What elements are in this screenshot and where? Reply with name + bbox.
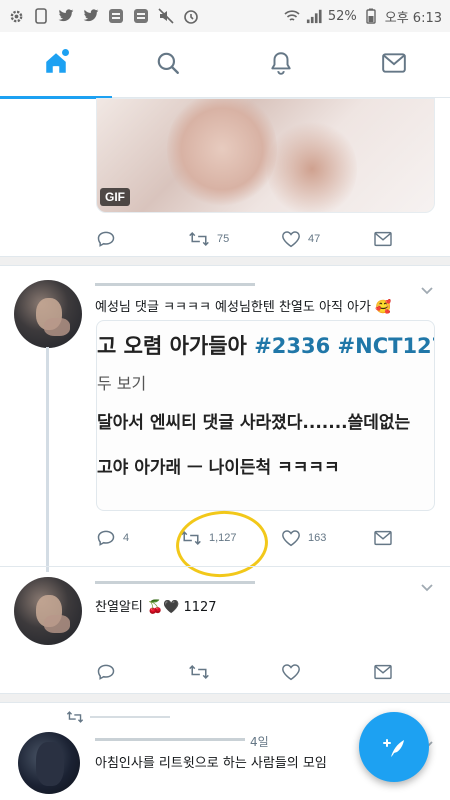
battery-icon [363, 8, 379, 24]
quoted-tweet[interactable]: 고 오렴 아가들아 #2336 #NCT127 두 보기 달아서 엔씨티 댓글 … [96, 320, 435, 511]
author-name-obscured[interactable] [95, 280, 255, 290]
status-bar: 52% 오후 6:13 [0, 0, 450, 32]
like-count: 163 [308, 532, 327, 544]
alarm-icon [183, 8, 199, 24]
tweet-actions [96, 660, 396, 684]
reply-icon [97, 231, 115, 247]
tab-notifications[interactable] [225, 32, 337, 98]
retweet-button[interactable] [188, 663, 210, 681]
quote-line: 고 오렴 아가들아 #2336 #NCT127 [97, 330, 434, 360]
tweet-actions: 75 47 [96, 227, 396, 251]
signal-icon [306, 8, 322, 24]
quote-line: 두 보기 [97, 374, 147, 393]
retweeted-by-row [66, 710, 170, 724]
app-icon [108, 8, 124, 24]
tweet-text: 찬열알티 🍒🖤 1127 [95, 600, 217, 615]
tab-search[interactable] [112, 32, 224, 98]
tweet-text: 예성님 댓글 ㅋㅋㅋㅋ 예성님한텐 찬열도 아직 아가 🥰 [95, 300, 392, 315]
mail-icon [381, 52, 407, 78]
share-button[interactable] [373, 231, 393, 247]
tab-home[interactable] [0, 32, 112, 99]
tweet-date: 4일 [250, 735, 269, 749]
mail-icon [374, 231, 392, 247]
bell-icon [268, 50, 294, 80]
mail-icon [374, 530, 392, 546]
like-button[interactable]: 47 [281, 230, 320, 248]
feed-divider [0, 256, 450, 266]
wifi-icon [284, 8, 300, 24]
reply-button[interactable]: 4 [96, 528, 129, 548]
retweet-button[interactable]: 75 [188, 230, 229, 248]
quote-text: 고 오렴 아가들아 [97, 334, 255, 358]
tweet-divider [0, 566, 450, 567]
avatar[interactable] [18, 732, 80, 794]
search-icon [155, 50, 181, 80]
reply-icon [97, 530, 115, 546]
heart-icon [282, 530, 300, 547]
battery-percent: 52% [327, 8, 357, 24]
compose-tweet-icon [383, 739, 404, 757]
like-count: 47 [308, 233, 321, 245]
gif-image-area [167, 99, 277, 209]
like-button[interactable] [281, 663, 301, 681]
top-nav [0, 32, 450, 99]
chevron-down-icon[interactable] [420, 283, 434, 297]
mute-icon [158, 8, 174, 24]
like-button[interactable]: 163 [281, 529, 326, 547]
phone-icon [33, 8, 49, 24]
clock: 오후 6:13 [384, 10, 442, 26]
reply-icon [97, 664, 115, 680]
heart-icon [282, 231, 300, 248]
feed-divider [0, 693, 450, 703]
heart-icon [282, 664, 300, 681]
quote-line: 달아서 엔씨티 댓글 사라졌다.......쓸데없는 [97, 413, 411, 433]
twitter-icon [83, 8, 99, 24]
author-name-obscured[interactable] [95, 735, 245, 745]
mail-icon [374, 664, 392, 680]
new-content-dot [62, 49, 69, 56]
hashtag-link[interactable]: #2336 #NCT127 [254, 334, 434, 358]
twitter-icon [58, 8, 74, 24]
compose-tweet-button[interactable] [359, 712, 429, 782]
avatar-hand [44, 615, 70, 633]
settings-icon [8, 8, 24, 24]
retweeter-name-obscured [90, 716, 170, 718]
gif-media[interactable] [96, 98, 435, 213]
avatar-figure [36, 742, 64, 786]
thread-line [46, 347, 49, 572]
avatar[interactable] [14, 577, 82, 645]
tab-messages[interactable] [338, 32, 450, 98]
chevron-down-icon[interactable] [420, 580, 434, 594]
retweet-icon [189, 664, 209, 680]
gif-badge: GIF [100, 188, 130, 206]
retweet-icon [66, 711, 84, 723]
tweet-text: 아침인사를 리트윗으로 하는 사람들의 모임 [95, 756, 327, 771]
app-icon [133, 8, 149, 24]
retweet-count: 75 [217, 233, 230, 245]
reply-button[interactable] [96, 229, 116, 249]
gif-image-area [267, 119, 357, 212]
author-name-obscured[interactable] [95, 578, 255, 588]
reply-button[interactable] [96, 662, 116, 682]
avatar-hand [44, 318, 70, 336]
highlight-circle [173, 507, 271, 581]
share-button[interactable] [373, 530, 393, 546]
reply-count: 4 [123, 532, 130, 544]
retweet-icon [189, 231, 209, 247]
avatar[interactable] [14, 280, 82, 348]
share-button[interactable] [373, 664, 393, 680]
quote-line: 고야 아가래 ㅡ 나이든척 ㅋㅋㅋㅋ [97, 458, 340, 478]
